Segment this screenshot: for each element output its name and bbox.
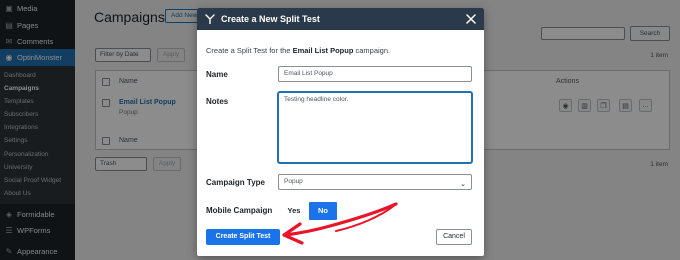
create-split-test-button[interactable]: Create Split Test (206, 229, 280, 245)
mobile-yes-toggle[interactable]: Yes (280, 202, 308, 220)
split-test-modal: Create a New Split Test Create a Split T… (197, 8, 484, 256)
mobile-no-toggle[interactable]: No (309, 202, 337, 220)
modal-title: Create a New Split Test (221, 14, 320, 24)
modal-header: Create a New Split Test (197, 8, 484, 30)
modal-description: Create a Split Test for the Email List P… (206, 46, 391, 55)
name-input[interactable]: Email List Popup (278, 66, 472, 82)
cancel-button[interactable]: Cancel (436, 229, 472, 245)
split-icon (205, 14, 215, 24)
mobile-campaign-label: Mobile Campaign (206, 206, 273, 215)
notes-label: Notes (206, 97, 229, 106)
campaign-type-label: Campaign Type (206, 178, 265, 187)
chevron-down-icon: ⌄ (460, 181, 466, 188)
close-icon[interactable] (466, 14, 476, 24)
notes-textarea[interactable]: Testing headline color. (278, 92, 472, 163)
campaign-name: Email List Popup (292, 46, 354, 55)
name-label: Name (206, 70, 228, 79)
campaign-type-select[interactable]: Popup ⌄ (278, 174, 472, 190)
